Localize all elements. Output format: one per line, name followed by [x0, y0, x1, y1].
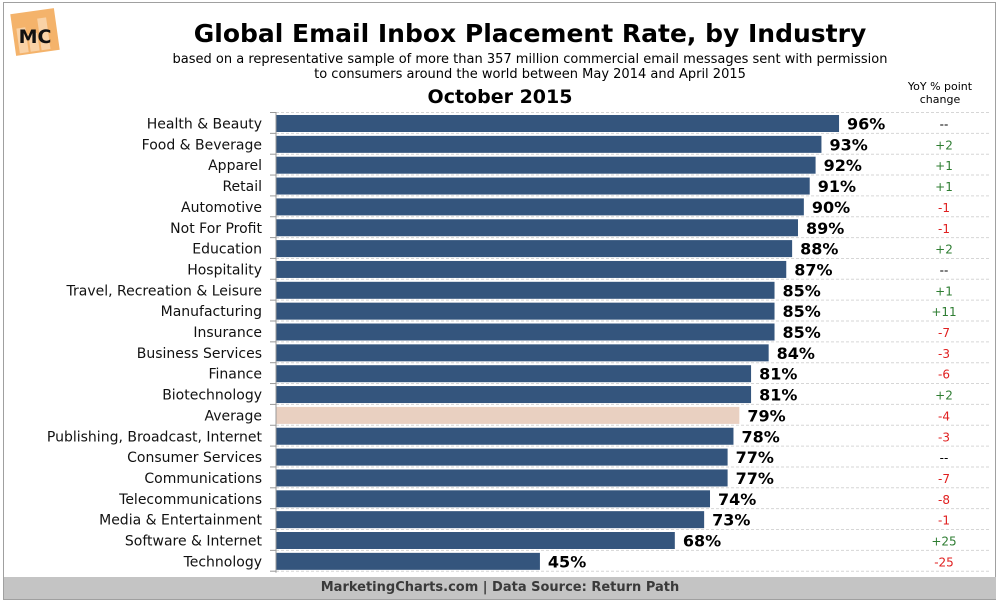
chart-subtitle-line-2: to consumers around the world between Ma… [314, 67, 746, 82]
chart-period: October 2015 [427, 86, 573, 108]
footer-source: MarketingCharts.com | Data Source: Retur… [4, 577, 996, 599]
chart-title: Global Email Inbox Placement Rate, by In… [193, 19, 867, 48]
yoy-column-header: YoY % point change [900, 80, 980, 106]
chart-subtitle-line-1: based on a representative sample of more… [172, 52, 888, 67]
yoy-header-line-2: change [919, 93, 961, 106]
yoy-header-line-1: YoY % point [907, 80, 973, 93]
